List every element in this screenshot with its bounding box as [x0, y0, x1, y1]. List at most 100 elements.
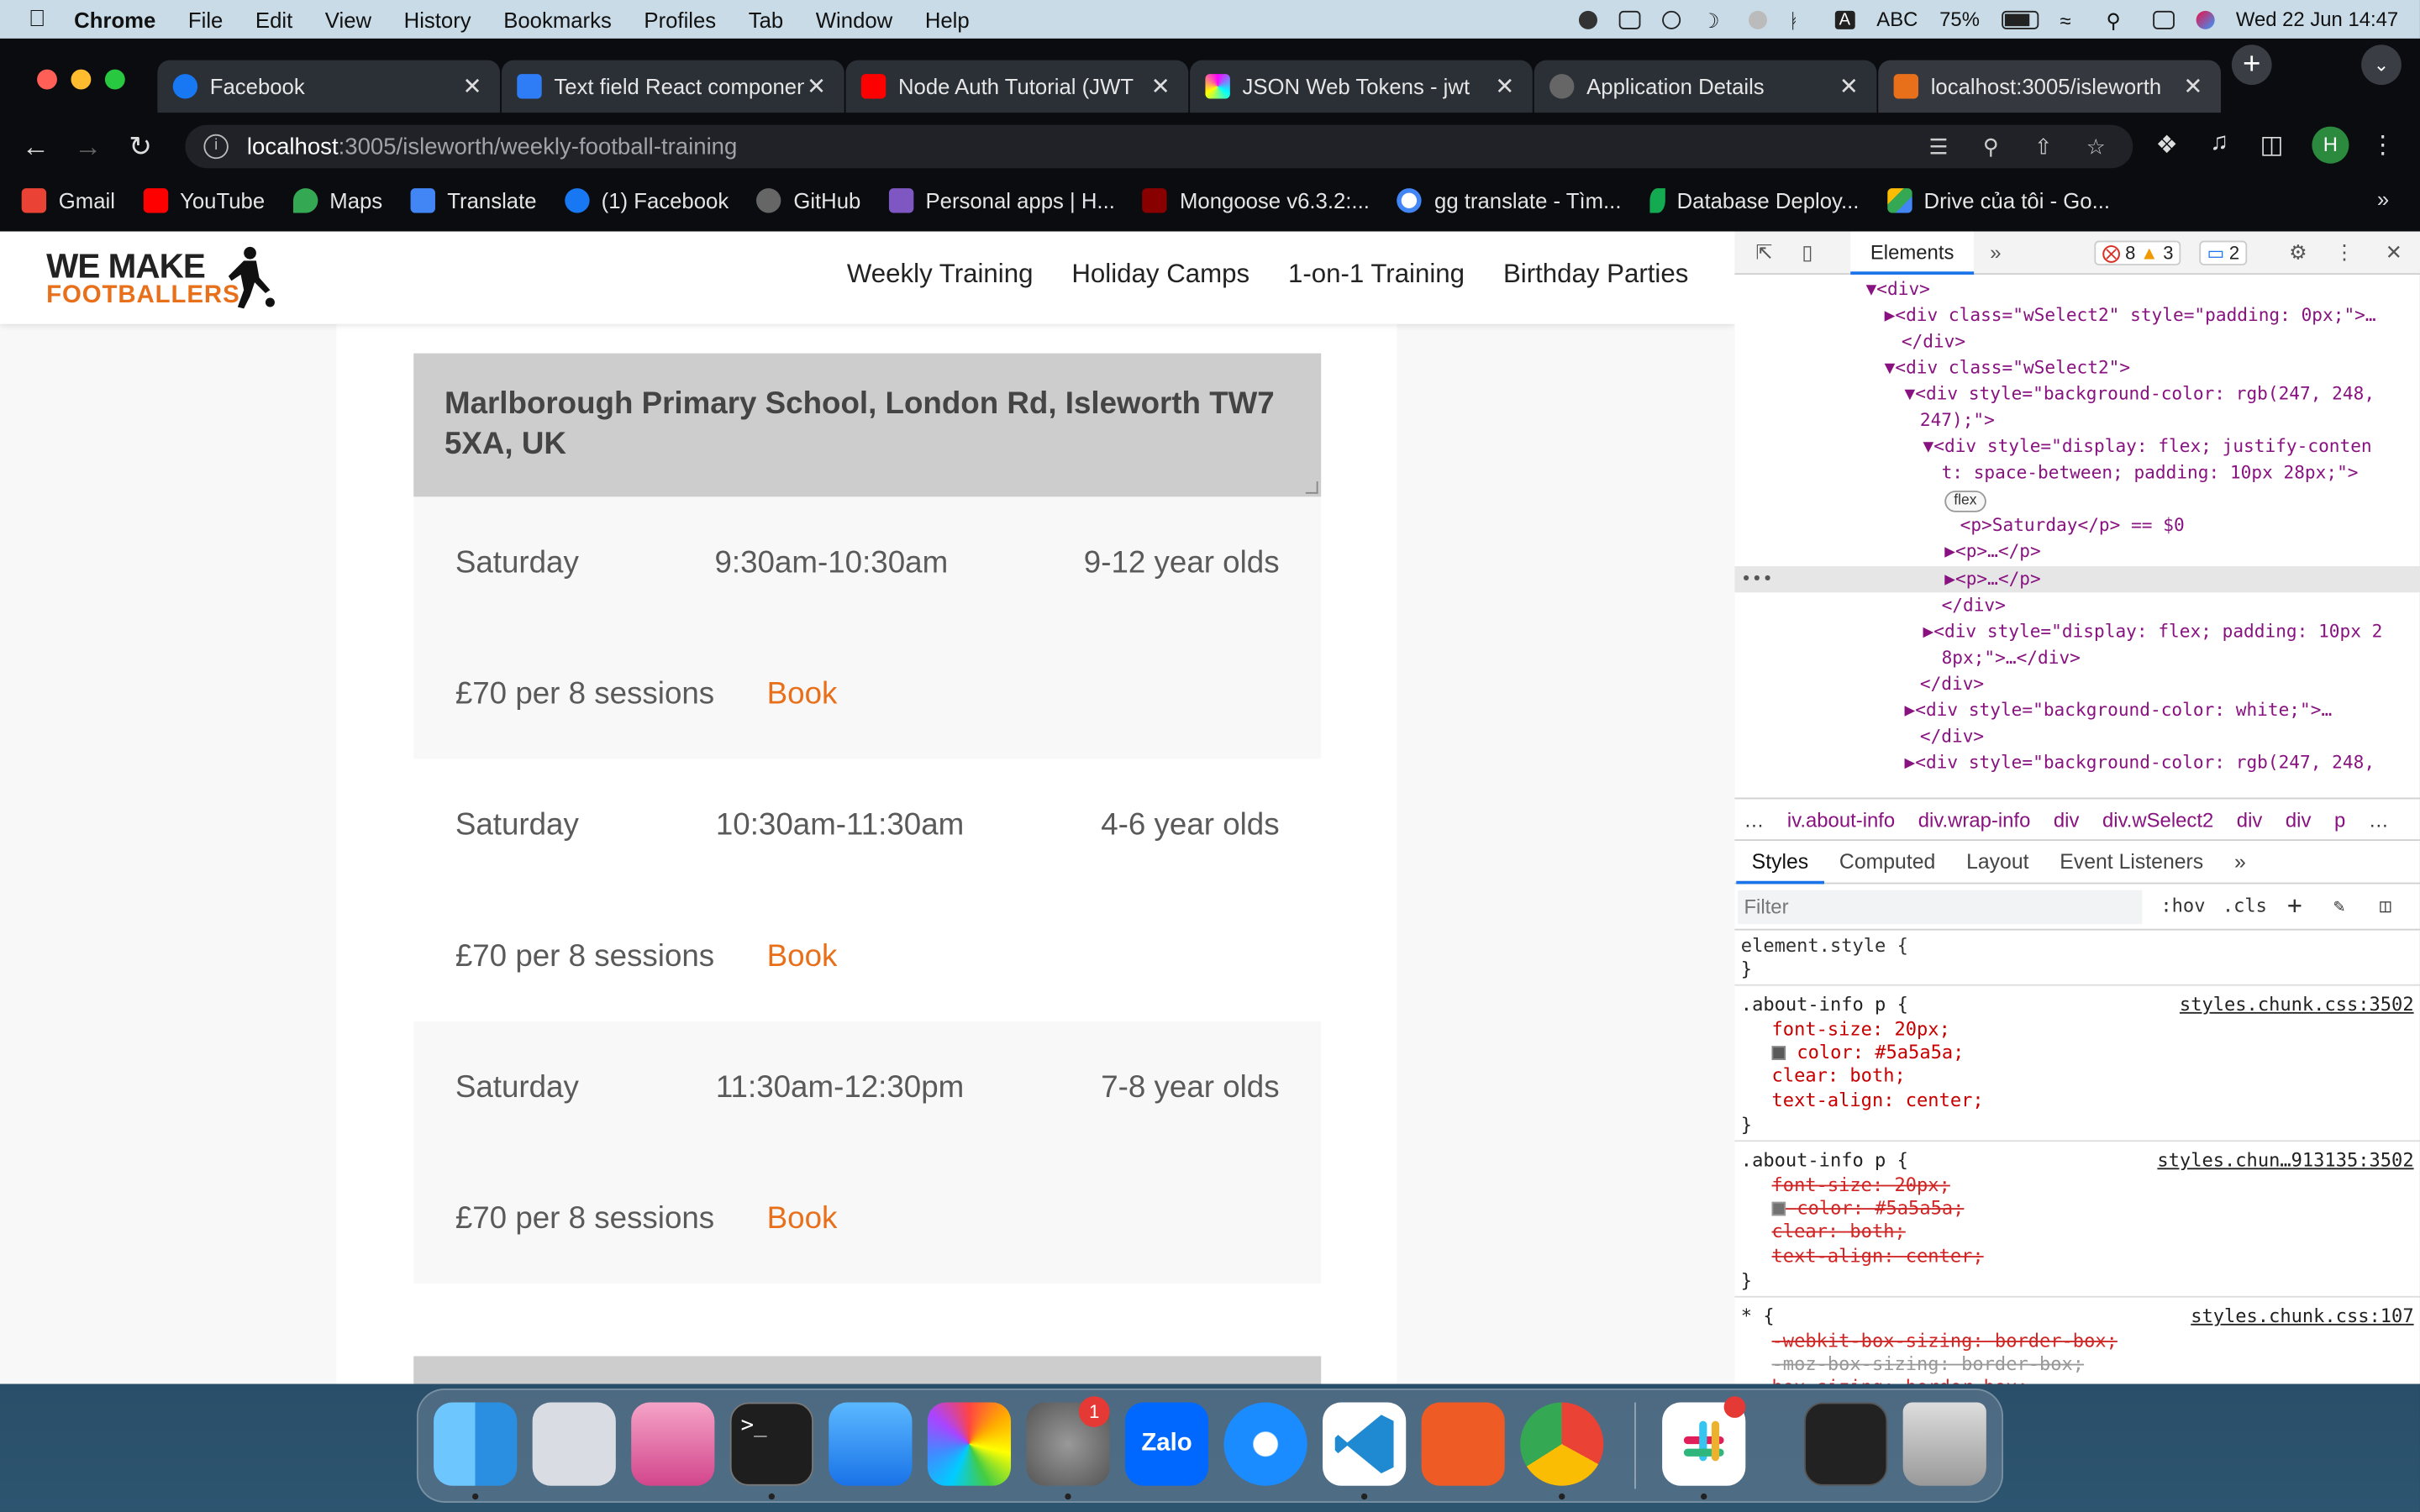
css-declaration[interactable]: clear: both; — [1772, 1064, 1906, 1088]
crumb[interactable]: div.wSelect2 — [2102, 808, 2213, 832]
dom-line[interactable]: </div> — [1920, 723, 1984, 749]
photos-icon[interactable] — [927, 1402, 1012, 1486]
menu-window[interactable]: Window — [816, 7, 892, 31]
tab-styles[interactable]: Styles — [1736, 850, 1824, 885]
close-tab-icon[interactable]: ✕ — [1149, 72, 1173, 100]
kebab-menu-icon[interactable]: ⋮ — [2330, 241, 2358, 265]
more-tabs-chevron-icon[interactable]: » — [1981, 241, 2009, 265]
flex-badge[interactable]: flex — [1944, 486, 1986, 512]
crumb[interactable]: div — [2054, 808, 2080, 832]
tab-localhost[interactable]: localhost:3005/isleworth ✕ — [1878, 60, 2222, 113]
moon-icon[interactable]: ☽ — [1702, 8, 1726, 32]
bookmark-facebook[interactable]: (1) Facebook — [564, 188, 729, 213]
creative-cloud-icon[interactable] — [1578, 9, 1597, 29]
css-declaration[interactable]: color: #5a5a5a; — [1771, 1042, 1964, 1065]
crumb[interactable]: div — [2286, 808, 2312, 832]
bookmark-gg-translate[interactable]: gg translate - Tìm... — [1397, 188, 1621, 213]
rule-source-link[interactable]: styles.chun…913135:3502 — [2157, 1149, 2413, 1173]
back-arrow-icon[interactable]: ← — [9, 130, 61, 163]
minimize-window-button[interactable] — [71, 69, 92, 90]
extensions-puzzle-icon[interactable]: ❖ — [2151, 129, 2182, 160]
menu-bookmarks[interactable]: Bookmarks — [503, 7, 612, 31]
nav-holiday-camps[interactable]: Holiday Camps — [1071, 260, 1249, 291]
dom-line[interactable]: </div> — [1902, 328, 1965, 354]
rule-about-info-p[interactable]: .about-info p { styles.chunk.css:3502 fo… — [1734, 987, 2420, 1142]
menu-history[interactable]: History — [404, 7, 471, 31]
tab-jwt[interactable]: JSON Web Tokens - jwt ✕ — [1190, 60, 1533, 113]
tab-application-details[interactable]: Application Details ✕ — [1534, 60, 1877, 113]
inspect-element-icon[interactable]: ⇱ — [1750, 241, 1778, 265]
bluetooth-icon[interactable]: ᛓ — [1788, 8, 1812, 32]
reload-icon[interactable]: ↻ — [114, 130, 166, 163]
bookmark-translate[interactable]: Translate — [410, 188, 537, 213]
toggle-sidebar-icon[interactable]: ◫ — [2380, 895, 2391, 916]
tab-computed[interactable]: Computed — [1839, 850, 1935, 874]
bookmark-maps[interactable]: Maps — [292, 188, 382, 213]
nav-birthday-parties[interactable]: Birthday Parties — [1503, 260, 1688, 291]
close-tab-icon[interactable]: ✕ — [804, 72, 829, 100]
bookmark-personal-apps[interactable]: Personal apps | H... — [888, 188, 1115, 213]
rule-source-link[interactable]: styles.chunk.css:107 — [2191, 1305, 2413, 1329]
postman-icon[interactable] — [1421, 1402, 1505, 1486]
nav-weekly-training[interactable]: Weekly Training — [847, 260, 1034, 291]
dom-line[interactable]: ▼<div class="wSelect2"> — [1885, 354, 2131, 381]
play-icon[interactable] — [1661, 9, 1681, 29]
profile-avatar[interactable]: H — [2312, 126, 2349, 164]
css-declaration-overridden[interactable]: clear: both; — [1772, 1221, 1906, 1244]
dom-line[interactable]: t: space-between; padding: 10px 28px;"> — [1942, 459, 2359, 486]
menu-edit[interactable]: Edit — [255, 7, 292, 31]
bookmark-mongoose[interactable]: Mongoose v6.3.2:... — [1142, 188, 1370, 213]
css-declaration-overridden[interactable]: font-size: 20px; — [1772, 1174, 1950, 1198]
dom-line[interactable]: ▼<div> — [1866, 276, 1930, 302]
rule-source-link[interactable]: styles.chunk.css:3502 — [2180, 994, 2414, 1017]
css-declaration-overridden[interactable]: text-align: center; — [1772, 1245, 1984, 1268]
dom-line[interactable]: ▼<div style="background-color: rgb(247, … — [1904, 381, 2375, 407]
media-controls-icon[interactable]: ♫ — [2204, 129, 2235, 157]
vscode-icon[interactable] — [1323, 1402, 1407, 1486]
close-tab-icon[interactable]: ✕ — [1492, 72, 1517, 100]
hover-state-toggle[interactable]: :hov — [2160, 895, 2205, 916]
new-rule-plus-icon[interactable]: + — [2287, 890, 2302, 920]
forward-arrow-icon[interactable]: → — [61, 130, 113, 163]
css-declaration-overridden[interactable]: -moz-box-sizing: border-box; — [1772, 1353, 2085, 1377]
mail-icon[interactable] — [829, 1402, 913, 1486]
display-icon[interactable] — [1618, 9, 1640, 29]
new-tab-button[interactable]: + — [2231, 45, 2272, 86]
dom-line[interactable]: </div> — [1942, 592, 2006, 618]
tab-facebook[interactable]: Facebook ✕ — [157, 60, 501, 113]
menu-help[interactable]: Help — [925, 7, 970, 31]
more-subtabs-chevron-icon[interactable]: » — [2234, 850, 2246, 874]
spotlight-search-icon[interactable]: ⚲ — [2107, 8, 2131, 32]
node-ellipsis-icon[interactable]: ••• — [1741, 566, 1773, 592]
tab-text-field[interactable]: Text field React component ✕ — [501, 60, 844, 113]
rule-about-info-p-overridden[interactable]: .about-info p { styles.chun…913135:3502 … — [1734, 1143, 2420, 1298]
issues-badge[interactable]: ⨂ 8 ▲ 3 — [2094, 240, 2181, 265]
book-link[interactable]: Book — [767, 940, 838, 975]
side-panel-icon[interactable]: ◫ — [2256, 129, 2287, 160]
bookmark-star-icon[interactable]: ☆ — [2084, 134, 2108, 159]
address-bar[interactable]: i localhost:3005/isleworth/weekly-footba… — [185, 124, 2133, 169]
dom-line[interactable]: ▼<div style="display: flex; justify-cont… — [1923, 433, 2372, 459]
status-dot-icon[interactable] — [1748, 9, 1767, 29]
location-header[interactable]: Marlborough Primary School, London Rd, I… — [413, 353, 1322, 497]
finder-icon[interactable] — [434, 1402, 518, 1486]
tab-elements[interactable]: Elements — [1850, 231, 1975, 275]
siri-icon[interactable] — [2196, 9, 2215, 29]
crumb[interactable]: div — [2237, 808, 2263, 832]
launchpad-icon[interactable] — [532, 1402, 616, 1486]
rule-element-style[interactable]: element.style { } — [1734, 931, 2420, 986]
zoom-window-button[interactable] — [104, 69, 125, 90]
clock[interactable]: Wed 22 Jun 14:47 — [2236, 8, 2398, 31]
menu-app-name[interactable]: Chrome — [74, 7, 155, 31]
translate-icon[interactable]: ☰ — [1926, 134, 1950, 159]
bookmark-gmail[interactable]: Gmail — [21, 188, 115, 213]
bookmark-database-deploy[interactable]: Database Deploy... — [1649, 188, 1859, 213]
bookmark-drive[interactable]: Drive của tôi - Go... — [1886, 188, 2110, 213]
css-declaration[interactable]: text-align: center; — [1772, 1089, 1984, 1113]
cleanmymac-icon[interactable] — [631, 1402, 715, 1486]
nav-1on1-training[interactable]: 1-on-1 Training — [1288, 260, 1465, 291]
css-declaration-overridden[interactable]: box-sizing: border-box; — [1772, 1376, 2028, 1383]
site-logo[interactable]: WE MAKE FOOTBALLERS — [46, 246, 278, 312]
site-info-icon[interactable]: i — [203, 134, 229, 160]
bookmark-youtube[interactable]: YouTube — [143, 188, 265, 213]
